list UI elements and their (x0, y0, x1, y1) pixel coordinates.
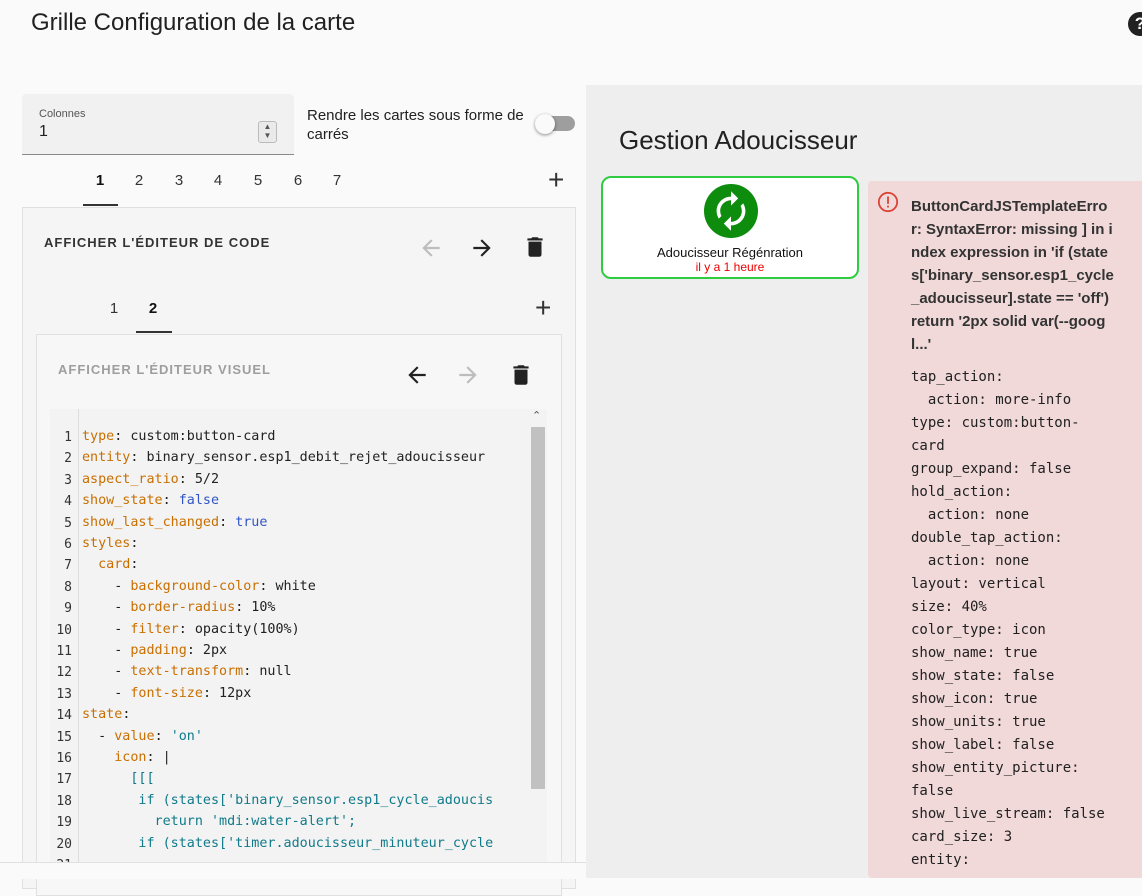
line-number: 10 (56, 622, 72, 638)
arrow-right-icon[interactable] (455, 362, 481, 388)
line-number: 7 (64, 558, 72, 574)
code-line[interactable]: icon: | (82, 750, 170, 765)
code-line[interactable]: state: (82, 707, 130, 722)
code-line[interactable]: - filter: opacity(100%) (82, 622, 299, 637)
line-number: 6 (64, 537, 72, 552)
code-line[interactable]: - background-color: white (82, 579, 316, 594)
code-line[interactable]: type: custom:button-card (82, 429, 276, 444)
columns-spinner[interactable]: ▲ ▼ (258, 121, 277, 143)
alert-circle-icon (877, 191, 899, 213)
code-line[interactable]: aspect_ratio: 5/2 (82, 472, 219, 487)
line-number: 12 (56, 665, 72, 681)
delete-icon[interactable] (508, 362, 534, 388)
card-tab-3[interactable]: 3 (161, 172, 197, 189)
code-line[interactable]: [[[ (82, 771, 154, 786)
square-cards-toggle-knob[interactable] (535, 114, 555, 134)
sync-icon (704, 184, 758, 238)
line-number: 3 (64, 472, 72, 488)
line-number: 11 (56, 644, 72, 659)
code-line[interactable]: show_last_changed: true (82, 515, 267, 530)
help-circle-icon[interactable]: ? (1128, 12, 1142, 36)
line-number: 19 (56, 815, 72, 831)
code-line[interactable]: - border-radius: 10% (82, 600, 275, 615)
add-card-button[interactable]: + (548, 166, 564, 194)
subcard-tab-1[interactable]: 1 (96, 300, 132, 317)
active-subtab-indicator (136, 331, 172, 333)
line-number: 5 (64, 515, 72, 531)
code-line[interactable]: show_state: false (82, 493, 219, 508)
arrow-left-icon[interactable] (404, 362, 430, 388)
line-number-gutter: 123456789101112131415161718192021 (50, 409, 79, 879)
code-line[interactable]: - padding: 2px (82, 643, 227, 658)
code-line[interactable]: - text-transform: null (82, 664, 291, 679)
line-number: 13 (56, 686, 72, 702)
add-subcard-button[interactable]: + (535, 294, 551, 322)
columns-input[interactable]: 1 (39, 123, 48, 141)
card-tab-6[interactable]: 6 (280, 172, 316, 189)
show-visual-editor-button[interactable]: AFFICHER L'ÉDITEUR VISUEL (58, 362, 271, 377)
card-tab-5[interactable]: 5 (240, 172, 276, 189)
code-line[interactable]: card: (82, 557, 138, 572)
preview-title: Gestion Adoucisseur (619, 125, 858, 155)
delete-icon[interactable] (522, 234, 548, 260)
line-number: 1 (64, 430, 72, 445)
button-card-last-changed: il y a 1 heure (695, 260, 765, 274)
line-number: 15 (56, 729, 72, 745)
arrow-left-icon[interactable] (418, 235, 444, 261)
button-card[interactable]: Adoucisseur Régénration il y a 1 heure (601, 176, 859, 279)
error-config-yaml: tap_action: action: more-info type: cust… (911, 369, 1105, 868)
subcard-tab-2[interactable]: 2 (135, 300, 171, 317)
code-line[interactable]: if (states['binary_sensor.esp1_cycle_ado… (82, 793, 493, 808)
code-line[interactable]: - font-size: 12px (82, 686, 251, 701)
line-number: 14 (56, 708, 72, 724)
line-number: 2 (64, 451, 72, 467)
code-line[interactable]: entity: binary_sensor.esp1_debit_rejet_a… (82, 450, 485, 465)
line-number: 18 (56, 793, 72, 809)
line-number: 16 (56, 751, 72, 766)
card-preview: Gestion Adoucisseur Adoucisseur Régénrat… (586, 85, 1142, 878)
active-tab-indicator (83, 204, 118, 206)
columns-field[interactable]: Colonnes 1 ▲ ▼ (22, 94, 294, 155)
dialog-title: Grille Configuration de la carte (31, 9, 356, 36)
card-tab-4[interactable]: 4 (200, 172, 236, 189)
line-number: 8 (64, 579, 72, 595)
line-number: 20 (56, 836, 72, 852)
card-tab-7[interactable]: 7 (319, 172, 355, 189)
code-line[interactable]: styles: (82, 536, 138, 551)
code-line[interactable]: return 'mdi:water-alert'; (82, 814, 357, 829)
card-tab-1[interactable]: 1 (82, 172, 118, 189)
square-cards-label: Rendre les cartes sous forme de carrés (307, 107, 524, 143)
code-line[interactable]: if (states['timer.adoucisseur_minuteur_c… (82, 836, 493, 851)
card-tab-2[interactable]: 2 (121, 172, 157, 189)
line-number: 9 (64, 601, 72, 617)
error-card: ButtonCardJSTemplateError: SyntaxError: … (868, 181, 1142, 878)
yaml-code-editor[interactable]: 123456789101112131415161718192021 type: … (50, 409, 547, 879)
show-code-editor-button[interactable]: AFFICHER L'ÉDITEUR DE CODE (44, 235, 270, 250)
editor-scrollbar-thumb[interactable] (531, 427, 545, 789)
code-line[interactable]: - value: 'on' (82, 729, 203, 744)
error-message: ButtonCardJSTemplateError: SyntaxError: … (911, 198, 1114, 353)
scroll-up-icon[interactable]: ⌃ (532, 409, 541, 422)
columns-label: Colonnes (39, 108, 86, 120)
line-number: 17 (56, 772, 72, 788)
arrow-right-icon[interactable] (469, 235, 495, 261)
button-card-name: Adoucisseur Régénration (657, 245, 803, 260)
line-number: 4 (64, 494, 72, 510)
